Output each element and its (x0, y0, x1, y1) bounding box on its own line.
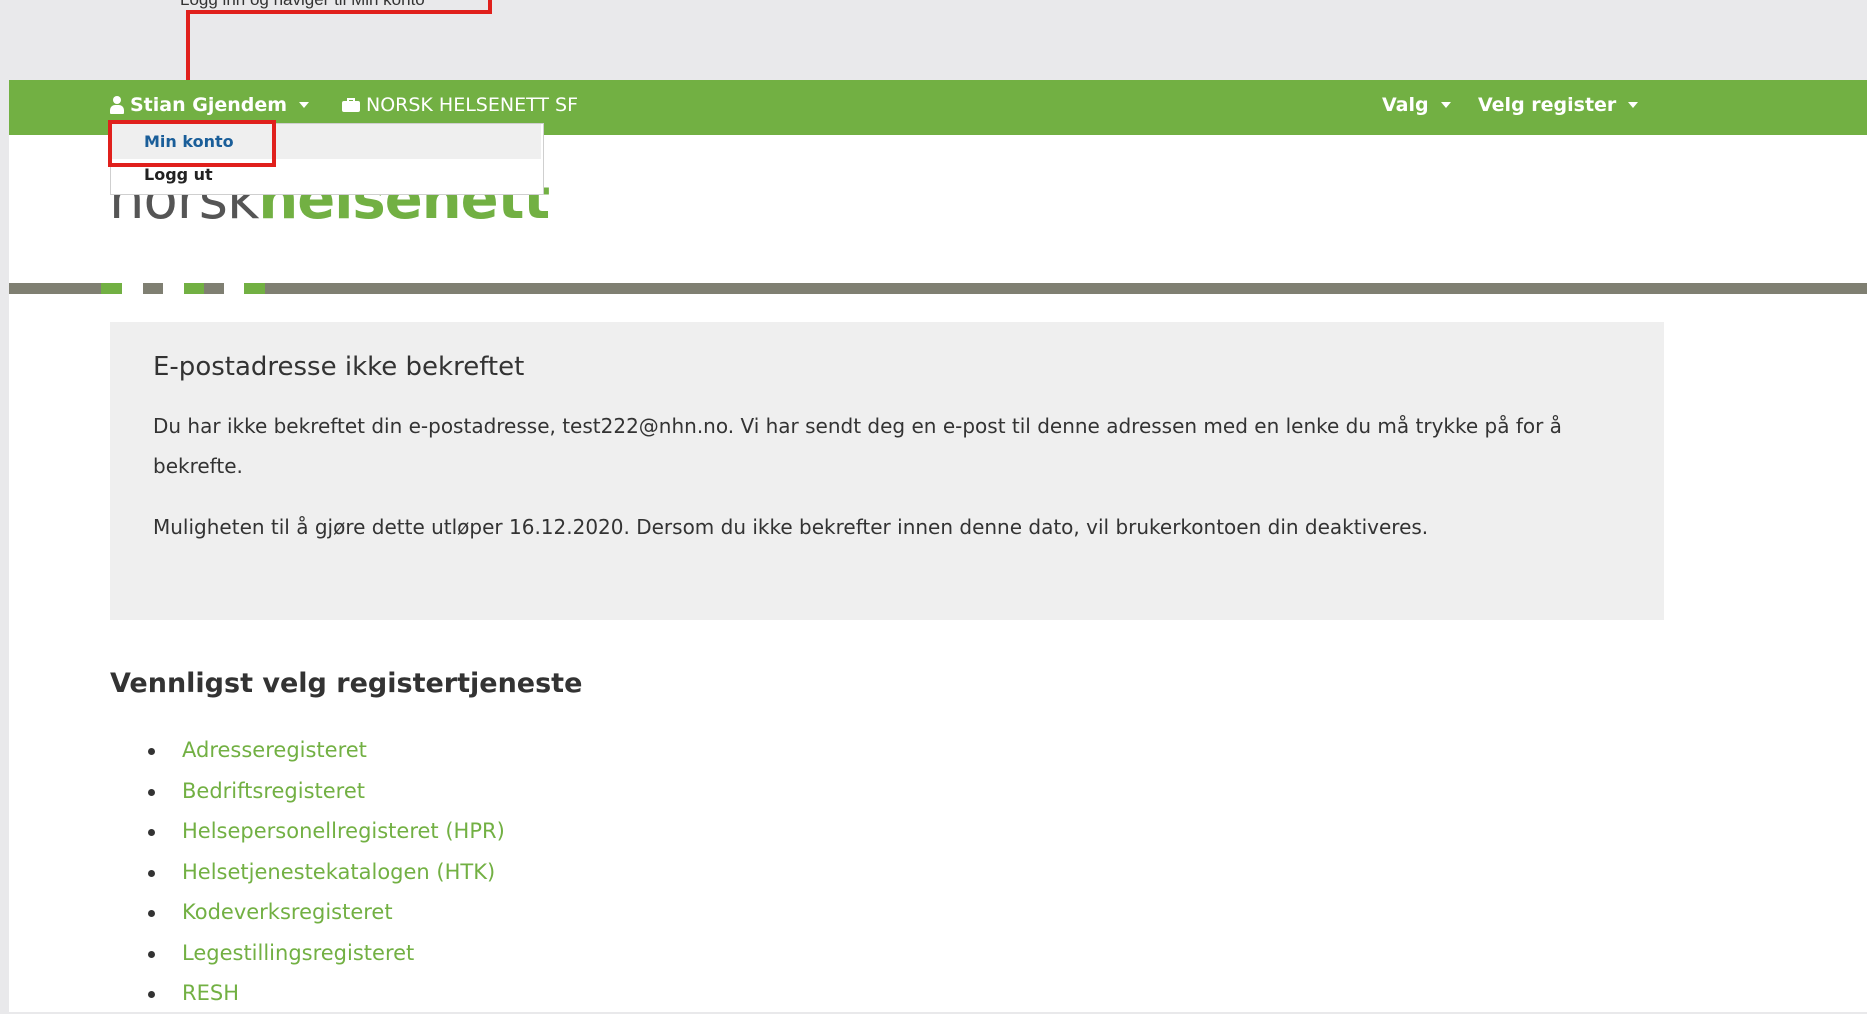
register-list: Adresseregisteret Bedriftsregisteret Hel… (110, 730, 505, 1014)
stripe-segment (204, 283, 224, 294)
register-link-kodeverksregisteret[interactable]: Kodeverksregisteret (182, 900, 393, 924)
valg-menu-toggle[interactable]: Valg (1382, 94, 1451, 116)
stripe-gap (122, 283, 143, 294)
velg-register-menu-toggle[interactable]: Velg register (1478, 94, 1639, 116)
menu-item-label: Logg ut (144, 165, 213, 184)
list-item: Adresseregisteret (110, 730, 505, 771)
stripe-accent (184, 283, 204, 294)
alert-expiry-message: Muligheten til å gjøre dette utløper 16.… (153, 515, 1429, 539)
page: Stian Gjendem NORSK HELSENETT SF Valg Ve… (9, 80, 1867, 1012)
annotation-callout-text: Logg inn og naviger til Min konto (180, 0, 425, 10)
list-item: Legestillingsregisteret (110, 933, 505, 974)
register-list-title: Vennligst velg registertjeneste (110, 668, 583, 699)
chevron-down-icon (299, 102, 310, 108)
list-item: Helsetjenestekatalogen (HTK) (110, 852, 505, 893)
callout-connector-end (488, 0, 492, 14)
chevron-down-icon (1628, 102, 1639, 108)
list-item: Helsepersonellregisteret (HPR) (110, 811, 505, 852)
valg-label: Valg (1382, 94, 1429, 116)
stripe-accent (244, 283, 265, 294)
user-name: Stian Gjendem (130, 94, 288, 116)
register-link-adresseregisteret[interactable]: Adresseregisteret (182, 738, 367, 762)
register-link-bedriftsregisteret[interactable]: Bedriftsregisteret (182, 779, 365, 803)
organization-name: NORSK HELSENETT SF (366, 94, 578, 116)
stripe-accent (101, 283, 122, 294)
stripe-gap (163, 283, 184, 294)
highlight-box (108, 120, 276, 167)
menu-item-logg-ut[interactable]: Logg ut (144, 165, 213, 184)
register-link-legestillingsregisteret[interactable]: Legestillingsregisteret (182, 941, 414, 965)
email-unconfirmed-alert: E-postadresse ikke bekreftet Du har ikke… (110, 322, 1664, 620)
register-link-resh[interactable]: RESH (182, 981, 239, 1005)
list-item: Bedriftsregisteret (110, 771, 505, 812)
alert-message: Du har ikke bekreftet din e-postadresse,… (153, 414, 1562, 478)
register-link-htk[interactable]: Helsetjenestekatalogen (HTK) (182, 860, 495, 884)
chevron-down-icon (1440, 102, 1451, 108)
stripe-segment (143, 283, 163, 294)
callout-connector-horizontal (186, 10, 492, 14)
alert-title: E-postadresse ikke bekreftet (153, 352, 525, 382)
user-menu-toggle[interactable]: Stian Gjendem (110, 94, 310, 116)
velg-register-label: Velg register (1478, 94, 1617, 116)
list-item: Kodeverksregisteret (110, 892, 505, 933)
divider-stripe (9, 283, 1867, 294)
briefcase-icon (342, 98, 360, 112)
stripe-gap (224, 283, 244, 294)
list-item: RESH (110, 973, 505, 1014)
register-link-hpr[interactable]: Helsepersonellregisteret (HPR) (182, 819, 505, 843)
user-icon (110, 96, 124, 114)
organization-label: NORSK HELSENETT SF (342, 94, 578, 116)
